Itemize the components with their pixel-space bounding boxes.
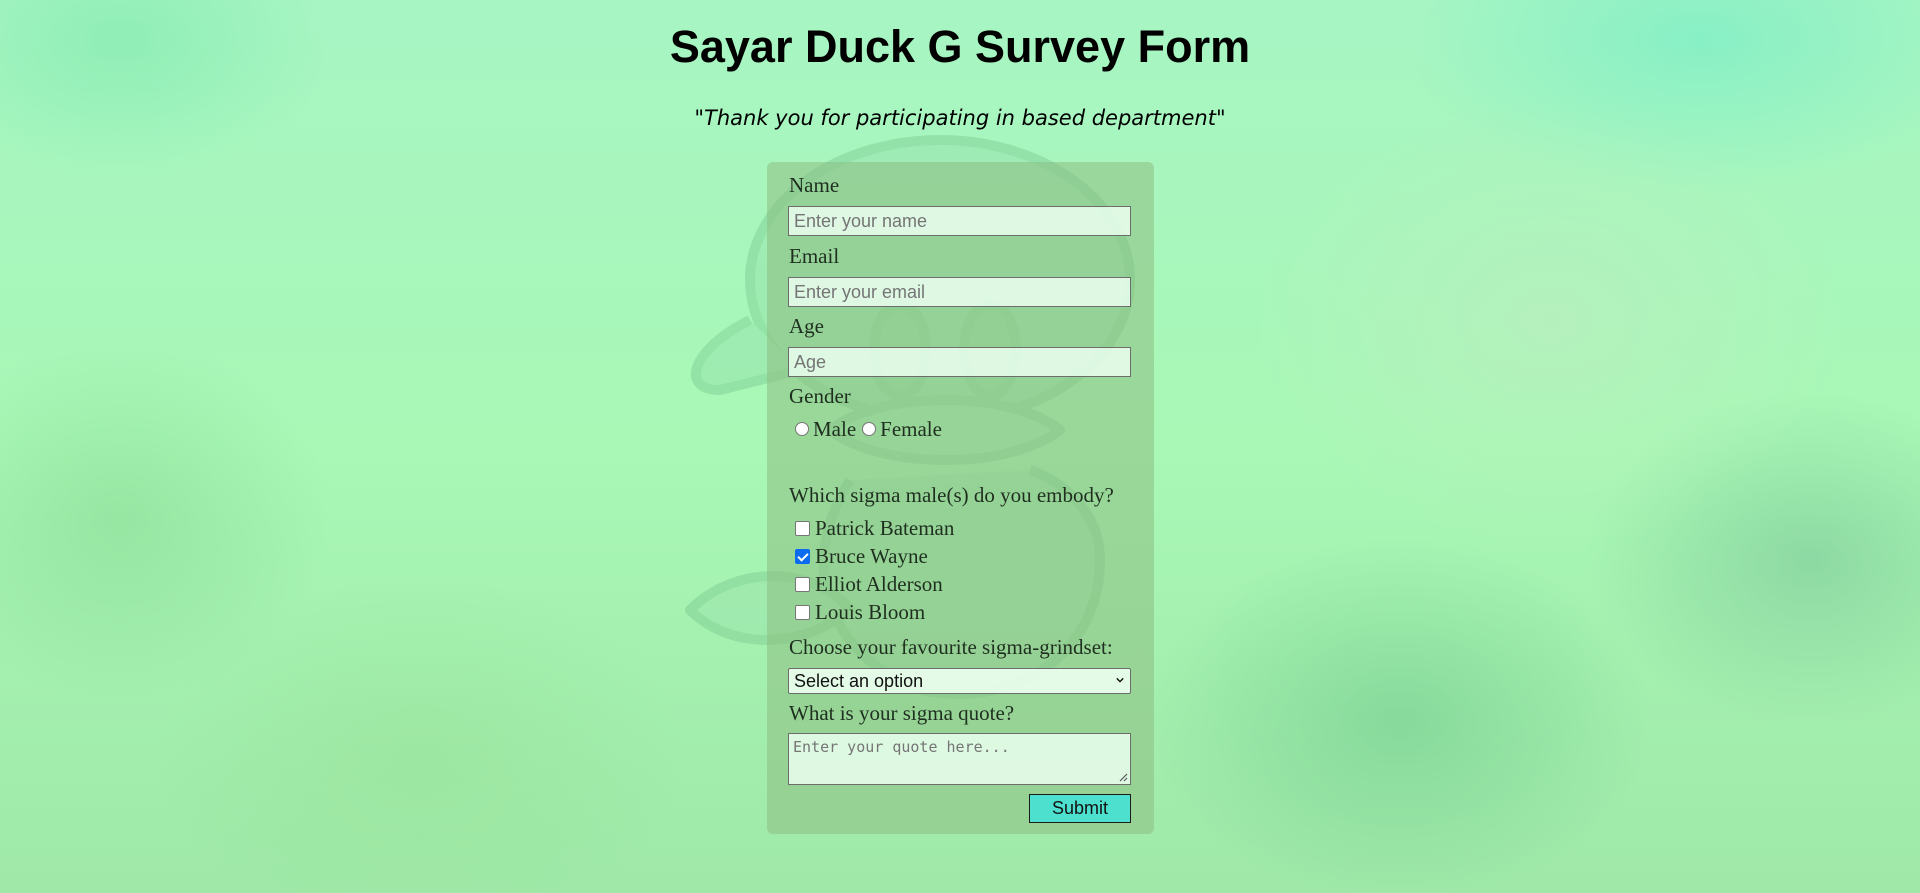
email-input[interactable]: Enter your email: [788, 277, 1131, 307]
quote-label: What is your sigma quote?: [789, 701, 1015, 725]
sigma-checkbox-patrick-bateman[interactable]: [795, 520, 810, 536]
sigma-option-label: Elliot Alderson: [815, 571, 943, 596]
gender-label: Gender: [789, 384, 851, 408]
age-label: Age: [789, 314, 824, 338]
gender-male-radio[interactable]: [795, 422, 809, 436]
sigma-option-row: Patrick Bateman: [789, 515, 954, 541]
sigma-option-label: Louis Bloom: [815, 599, 926, 624]
page-subtitle: "Thank you for participating in based de…: [694, 106, 1226, 130]
sigma-checkbox-elliot-alderson[interactable]: [795, 576, 810, 592]
sigma-option-label: Bruce Wayne: [815, 543, 928, 568]
quote-textarea[interactable]: Enter your quote here...: [788, 733, 1131, 785]
page-title: Sayar Duck G Survey Form: [669, 21, 1251, 72]
name-input[interactable]: Enter your name: [788, 206, 1131, 236]
survey-form: Name Enter your name Email Enter your em…: [767, 162, 1154, 834]
sigma-option-row: Bruce Wayne: [789, 543, 928, 569]
sigma-option-label: Patrick Bateman: [815, 515, 955, 540]
submit-button[interactable]: Submit: [1029, 794, 1131, 823]
gender-female-radio[interactable]: [862, 422, 877, 436]
sigma-option-row: Louis Bloom: [789, 599, 925, 625]
age-input[interactable]: Age: [788, 347, 1131, 377]
grindset-selected-value: Select an option: [794, 671, 924, 691]
gender-options: Male Female: [789, 416, 942, 442]
email-label: Email: [789, 244, 840, 268]
quote-placeholder: Enter your quote here...: [793, 738, 1010, 756]
gender-male-label: Male: [813, 416, 857, 441]
gender-female-label: Female: [880, 416, 942, 441]
resize-grip-icon[interactable]: [1118, 772, 1128, 782]
sigma-checkbox-louis-bloom[interactable]: [795, 604, 810, 620]
sigma-checkbox-bruce-wayne[interactable]: [795, 548, 810, 564]
name-label: Name: [789, 173, 840, 197]
sigma-option-row: Elliot Alderson: [789, 571, 943, 597]
chevron-down-icon: [1116, 677, 1124, 683]
grindset-label: Choose your favourite sigma-grindset:: [789, 635, 1113, 659]
sigma-question-label: Which sigma male(s) do you embody?: [789, 483, 1114, 507]
grindset-select[interactable]: Select an option: [788, 668, 1131, 694]
